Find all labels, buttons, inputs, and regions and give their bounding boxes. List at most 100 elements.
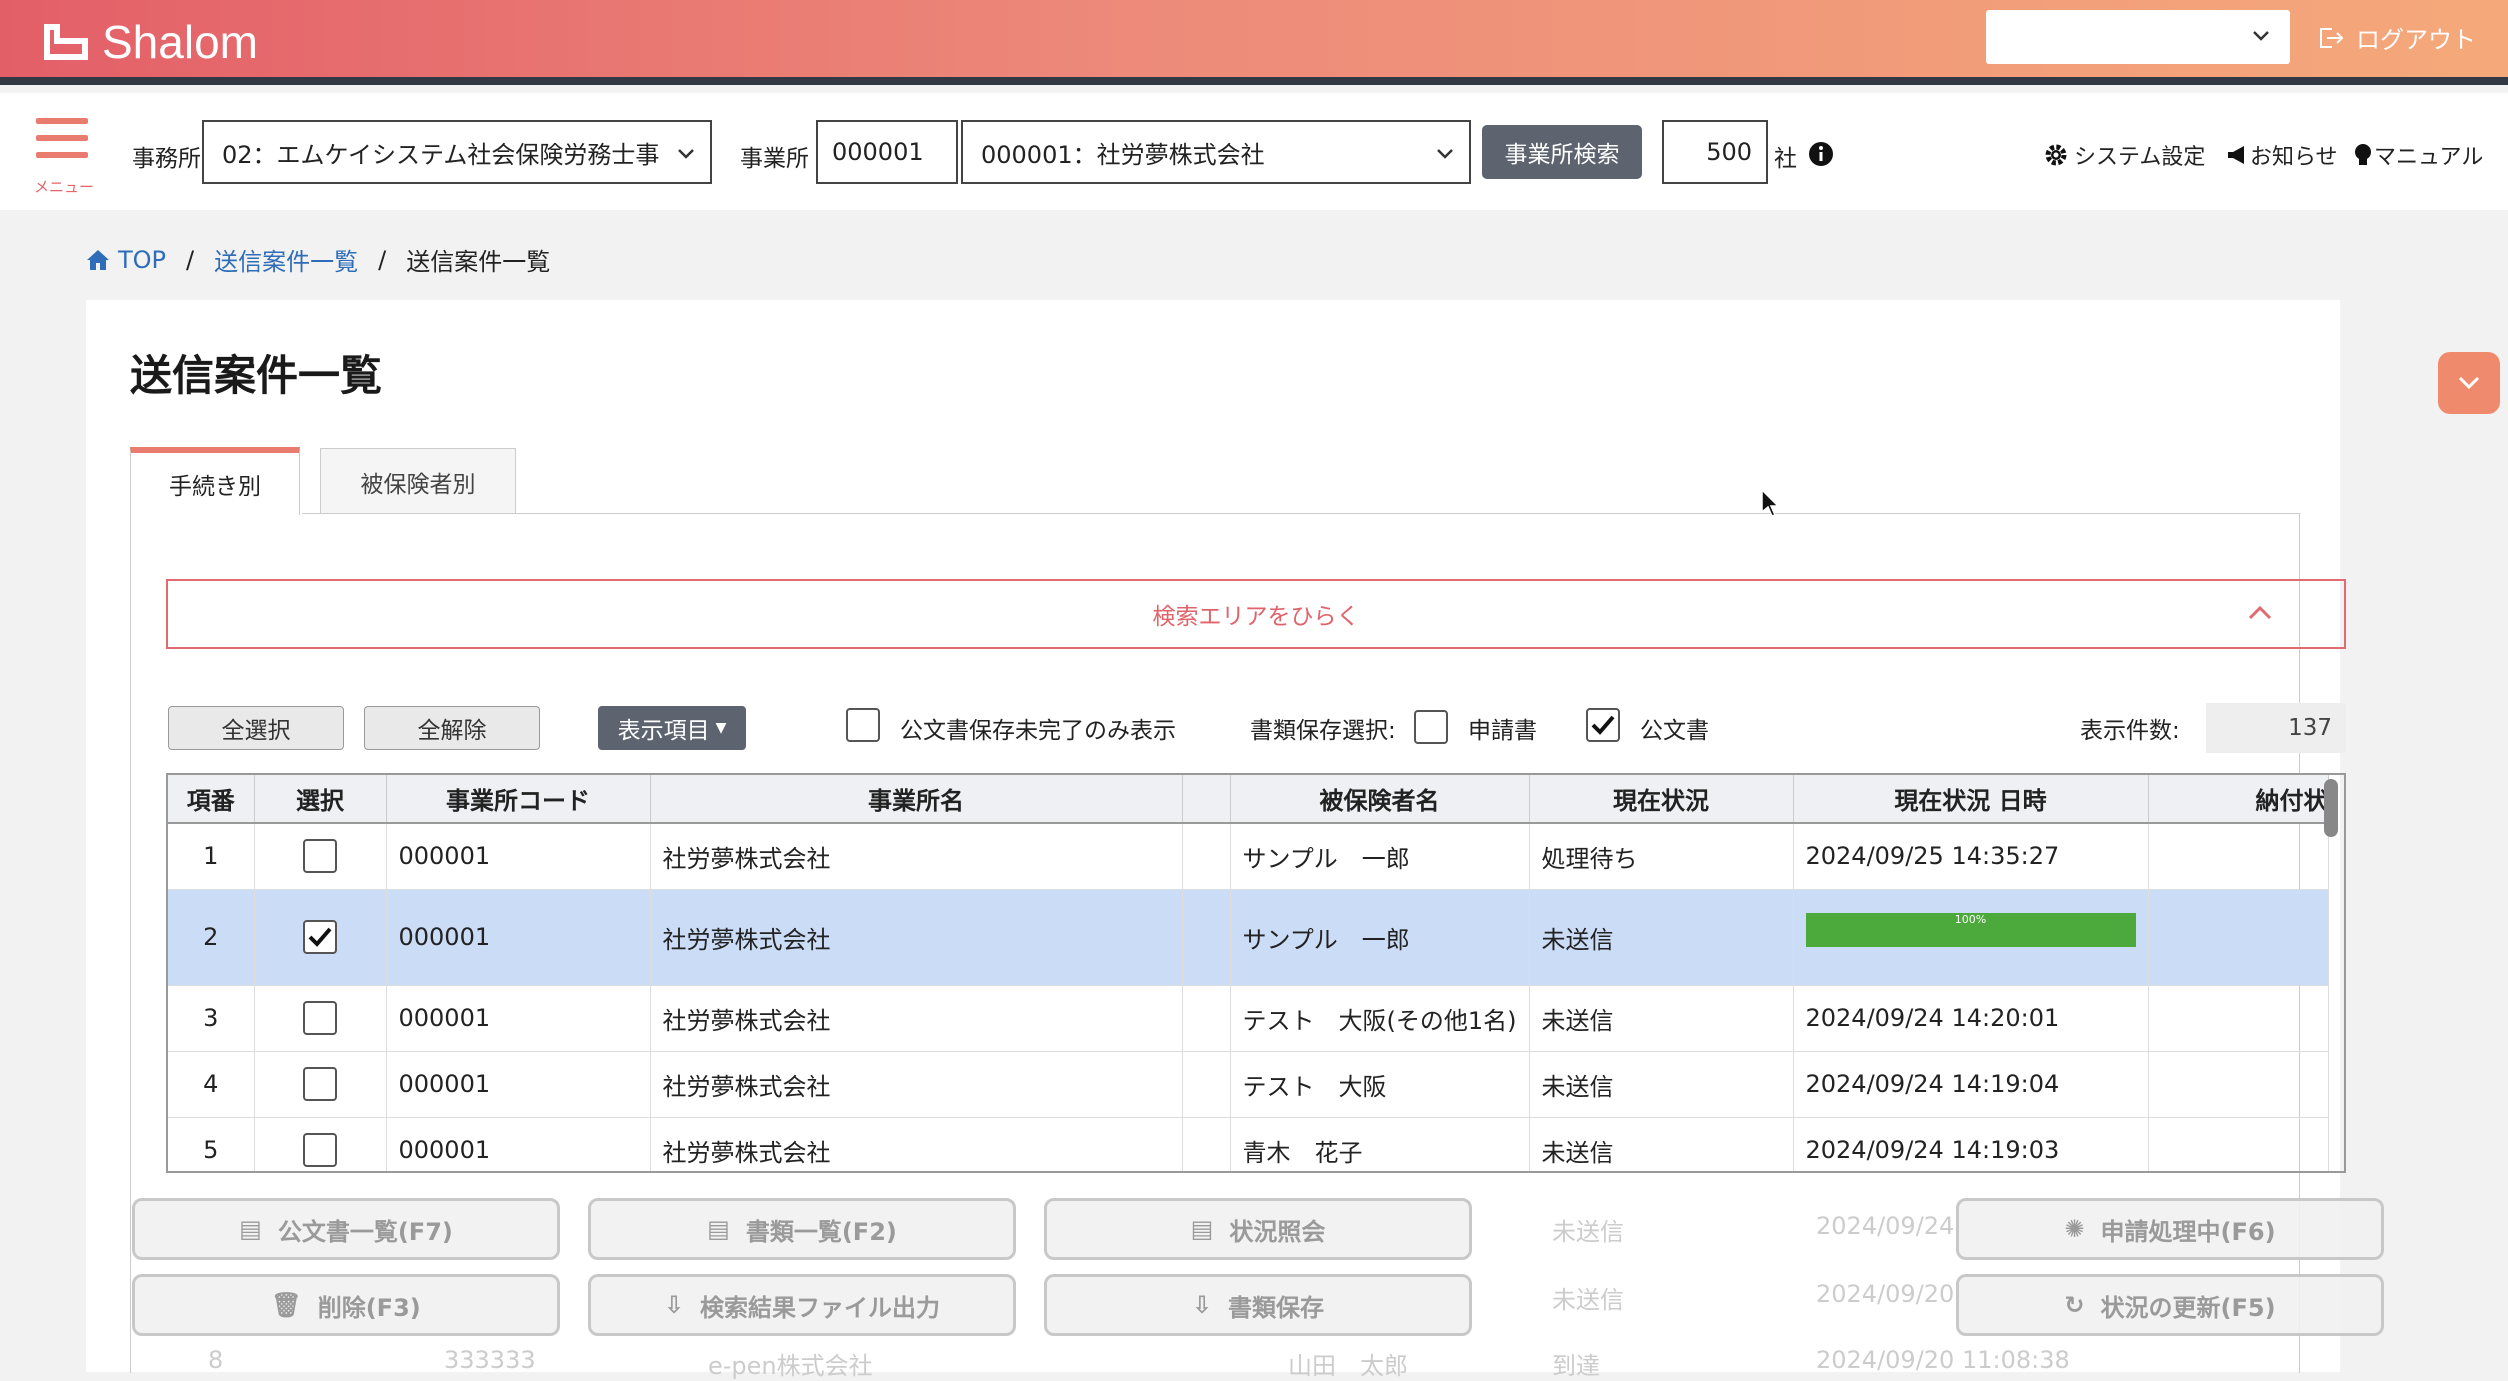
- shalom-logo-icon: [44, 24, 88, 60]
- gear-icon: [2045, 144, 2067, 166]
- logout-button[interactable]: ログアウト: [2318, 20, 2476, 55]
- col-header-name[interactable]: 事業所名: [650, 775, 1183, 824]
- refresh-icon: ↻: [2064, 1291, 2085, 1319]
- official-doc-checkbox[interactable]: [1586, 708, 1620, 742]
- ghost-status: 未送信: [1552, 1286, 1624, 1314]
- row-code: 000001: [386, 1117, 651, 1171]
- col-header-select[interactable]: 選択: [254, 775, 387, 824]
- download-icon: ⇩: [663, 1291, 685, 1319]
- col-header-status-datetime[interactable]: 現在状況 日時: [1793, 775, 2149, 824]
- info-icon[interactable]: [1808, 141, 1834, 167]
- application-checkbox[interactable]: [1414, 710, 1448, 744]
- system-settings-label: システム設定: [2074, 145, 2206, 170]
- documents-button[interactable]: ▤ 書類一覧(F2): [588, 1198, 1016, 1260]
- status-inquiry-label: 状況照会: [1229, 1217, 1326, 1246]
- row-blank: [1182, 889, 1231, 986]
- list-icon: ▤: [239, 1215, 262, 1243]
- search-area-toggle[interactable]: 検索エリアをひらく: [166, 579, 2346, 649]
- system-settings-link[interactable]: システム設定: [2044, 139, 2205, 171]
- refresh-button[interactable]: ↻ 状況の更新(F5): [1956, 1274, 2384, 1336]
- table-row[interactable]: 5 000001 社労夢株式会社 青木 花子 未送信 2024/09/24 14…: [168, 1117, 2329, 1171]
- account-select[interactable]: [1986, 10, 2290, 64]
- applying-button[interactable]: ✺ 申請処理中(F6): [1956, 1198, 2384, 1260]
- row-no: 4: [168, 1051, 255, 1118]
- row-checkbox[interactable]: [303, 1133, 337, 1167]
- list-icon: ▤: [1190, 1215, 1214, 1243]
- list-icon: ▤: [707, 1215, 730, 1243]
- row-insured: 青木 花子: [1230, 1117, 1530, 1171]
- row-checkbox[interactable]: [303, 920, 337, 954]
- branch-select-value: 000001：社労夢株式会社: [981, 140, 1265, 169]
- tab-by-insured[interactable]: 被保険者別: [320, 448, 516, 514]
- applying-label: 申請処理中(F6): [2100, 1217, 2276, 1246]
- mouse-cursor-icon: [1761, 488, 1780, 517]
- ghost-code: 333333: [444, 1346, 536, 1374]
- tab-divider: [302, 513, 2300, 514]
- row-checkbox[interactable]: [303, 1001, 337, 1035]
- delete-label: 削除(F3): [317, 1293, 421, 1322]
- table-row[interactable]: 2 000001 社労夢株式会社 サンプル 一郎 未送信 100%: [168, 889, 2329, 986]
- table-row[interactable]: 1 000001 社労夢株式会社 サンプル 一郎 処理待ち 2024/09/25…: [168, 823, 2329, 890]
- office-select[interactable]: 02：エムケイシステム社会保険労務士事: [202, 120, 712, 184]
- row-name: 社労夢株式会社: [650, 1117, 1183, 1171]
- save-docs-button[interactable]: ⇩ 書類保存: [1044, 1274, 1472, 1336]
- row-code: 000001: [386, 985, 651, 1052]
- results-table-body: 項番 選択 事業所コード 事業所名 被保険者名 現在状況 現在状況 日時 納付状…: [168, 775, 2329, 1171]
- tab-by-procedure[interactable]: 手続き別: [130, 447, 300, 515]
- table-scrollbar[interactable]: [2324, 779, 2338, 837]
- row-select-cell: [254, 889, 387, 986]
- row-payment: [2148, 1117, 2329, 1171]
- col-header-code[interactable]: 事業所コード: [386, 775, 651, 824]
- export-button[interactable]: ⇩ 検索結果ファイル出力: [588, 1274, 1016, 1336]
- notices-link[interactable]: お知らせ: [2226, 139, 2338, 171]
- official-docs-button[interactable]: ▤ 公文書一覧(F7): [132, 1198, 560, 1260]
- chevron-down-icon: [2253, 31, 2269, 41]
- row-status: 未送信: [1529, 1117, 1794, 1171]
- display-items-dropdown[interactable]: 表示項目 ▼: [598, 706, 746, 750]
- office-select-value: 02：エムケイシステム社会保険労務士事: [222, 140, 660, 169]
- manual-link[interactable]: マニュアル: [2354, 139, 2483, 171]
- branch-search-button[interactable]: 事業所検索: [1482, 125, 1642, 179]
- company-count-input[interactable]: 500: [1662, 120, 1768, 184]
- manual-label: マニュアル: [2374, 145, 2484, 170]
- menu-button[interactable]: メニュー: [30, 118, 94, 196]
- row-status: 未送信: [1529, 889, 1794, 986]
- logout-label: ログアウト: [2356, 26, 2476, 54]
- app-logo[interactable]: Shalom: [40, 14, 258, 70]
- col-header-insured[interactable]: 被保険者名: [1230, 775, 1530, 824]
- scroll-toggle-button[interactable]: [2438, 352, 2500, 414]
- col-header-status[interactable]: 現在状況: [1529, 775, 1794, 824]
- display-count-value: 137: [2206, 703, 2346, 753]
- branch-select[interactable]: 000001：社労夢株式会社: [961, 120, 1471, 184]
- select-all-button[interactable]: 全選択: [168, 706, 344, 750]
- table-row[interactable]: 3 000001 社労夢株式会社 テスト 大阪(その他1名) 未送信 2024/…: [168, 985, 2329, 1052]
- delete-button[interactable]: 🗑 削除(F3): [132, 1274, 560, 1336]
- row-insured: テスト 大阪: [1230, 1051, 1530, 1118]
- context-bar: メニュー 事務所 02：エムケイシステム社会保険労務士事 事業所 000001 …: [0, 93, 2508, 210]
- row-datetime: 2024/09/24 14:19:04: [1793, 1051, 2149, 1118]
- row-checkbox[interactable]: [303, 1067, 337, 1101]
- chevron-down-icon: [1437, 149, 1453, 159]
- breadcrumb-top[interactable]: TOP: [86, 246, 166, 274]
- row-payment: [2148, 985, 2329, 1052]
- row-select-cell: [254, 1051, 387, 1118]
- office-label: 事務所: [132, 146, 201, 172]
- only-incomplete-checkbox[interactable]: [846, 708, 880, 742]
- application-label: 申請書: [1468, 718, 1537, 744]
- breadcrumb: TOP / 送信案件一覧 / 送信案件一覧: [86, 242, 550, 277]
- row-checkbox[interactable]: [303, 839, 337, 874]
- branch-code-input[interactable]: 000001: [816, 120, 958, 184]
- row-datetime: 2024/09/24 14:19:03: [1793, 1117, 2149, 1171]
- menu-label: メニュー: [34, 178, 95, 196]
- chevron-down-icon: [2458, 376, 2480, 390]
- row-select-cell: [254, 985, 387, 1052]
- deselect-all-button[interactable]: 全解除: [364, 706, 540, 750]
- table-row[interactable]: 4 000001 社労夢株式会社 テスト 大阪 未送信 2024/09/24 1…: [168, 1051, 2329, 1118]
- checkmark-icon: [1591, 715, 1615, 735]
- breadcrumb-level1[interactable]: 送信案件一覧: [214, 242, 358, 277]
- col-header-no[interactable]: 項番: [168, 775, 255, 824]
- col-header-payment[interactable]: 納付状: [2148, 775, 2329, 824]
- row-no: 1: [168, 823, 255, 890]
- spinner-icon: ✺: [2064, 1215, 2085, 1243]
- status-inquiry-button[interactable]: ▤ 状況照会: [1044, 1198, 1472, 1260]
